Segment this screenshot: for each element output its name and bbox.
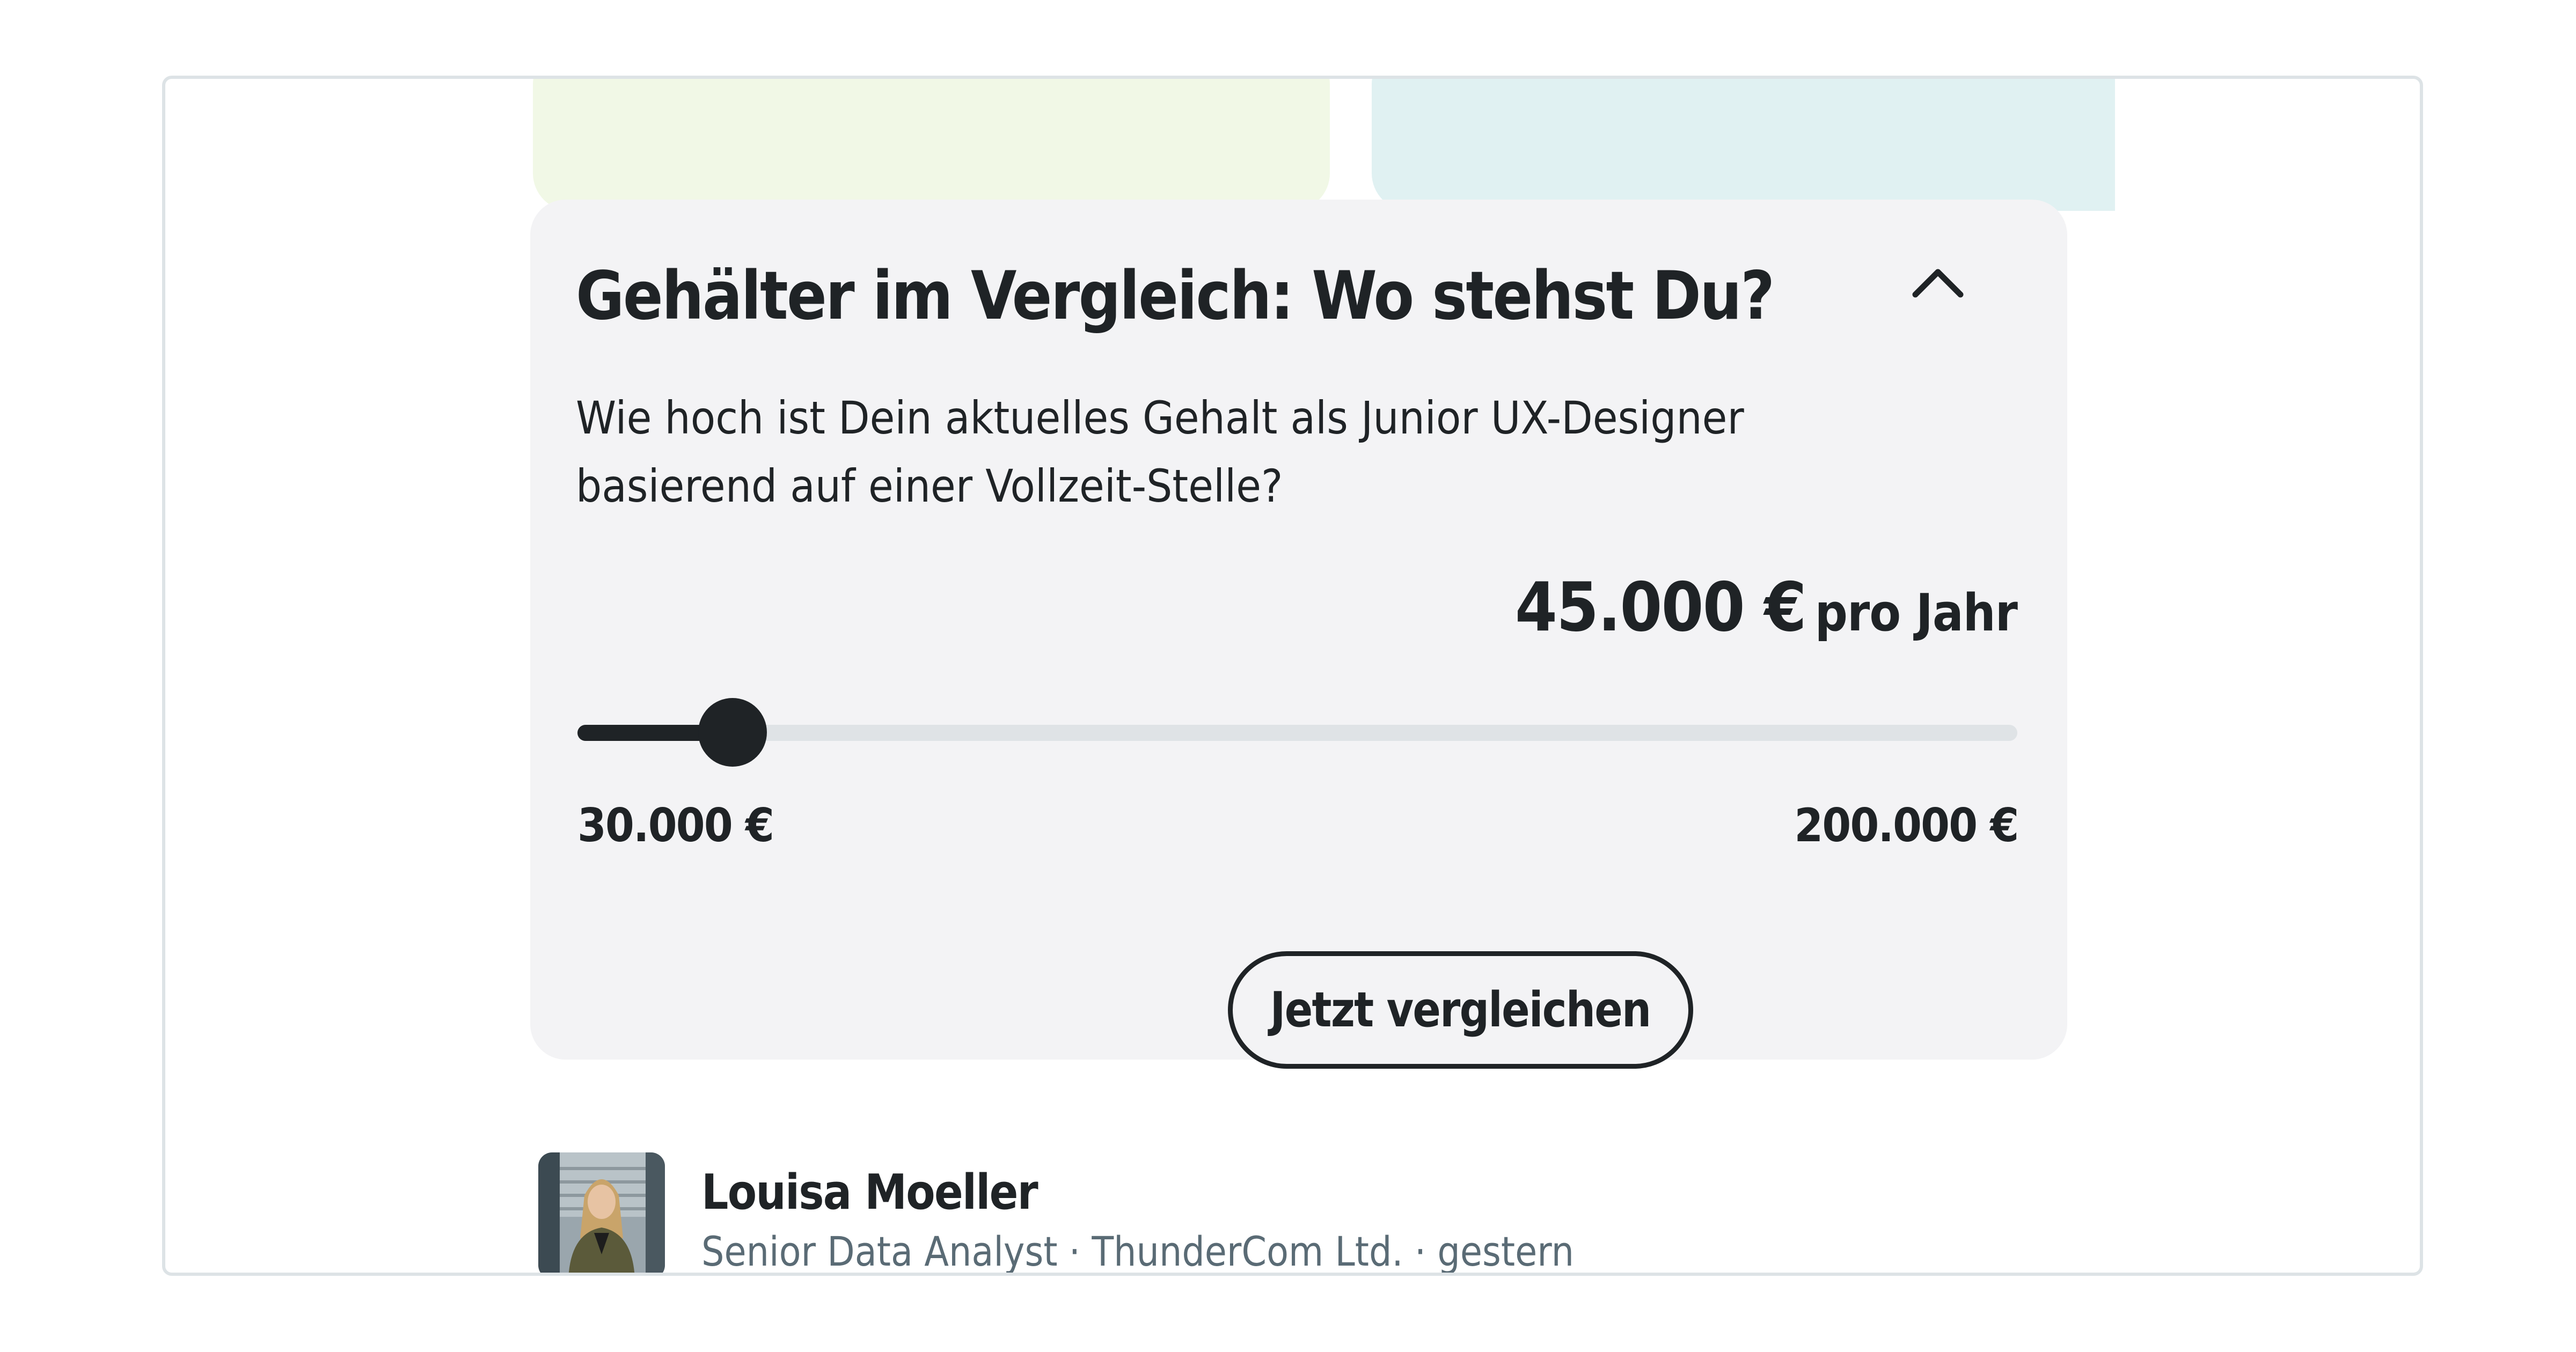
- content-frame: Gehälter im Vergleich: Wo stehst Du? Wie…: [162, 76, 2423, 1276]
- salary-slider-max-label: 200.000 €: [1794, 799, 2019, 853]
- salary-card-title: Gehälter im Vergleich: Wo stehst Du?: [576, 258, 1775, 335]
- author-name[interactable]: Louisa Moeller: [701, 1164, 1038, 1221]
- salary-slider[interactable]: [577, 698, 2017, 768]
- compare-now-button-label: Jetzt vergleichen: [1270, 982, 1651, 1038]
- salary-slider-track[interactable]: [577, 725, 2017, 741]
- salary-comparison-card: Gehälter im Vergleich: Wo stehst Du? Wie…: [530, 200, 2067, 1069]
- collapse-toggle-button[interactable]: [1900, 245, 1975, 320]
- compare-now-button[interactable]: Jetzt vergleichen: [1228, 951, 1693, 1069]
- salary-amount-unit: pro Jahr: [1814, 584, 2018, 643]
- salary-amount-value: 45.000 €: [1515, 568, 1806, 646]
- top-card-green[interactable]: [533, 79, 1330, 211]
- salary-amount-display: 45.000 € pro Jahr: [1515, 568, 2018, 646]
- salary-slider-thumb[interactable]: [698, 698, 767, 767]
- top-card-teal[interactable]: [1372, 79, 2115, 211]
- author-avatar-image: [538, 1152, 665, 1273]
- salary-slider-min-label: 30.000 €: [577, 799, 774, 853]
- author-avatar[interactable]: [538, 1152, 665, 1273]
- chevron-up-icon: [1912, 269, 1964, 298]
- salary-question: Wie hoch ist Dein aktuelles Gehalt als J…: [576, 392, 1744, 512]
- author-meta: Senior Data Analyst · ThunderCom Ltd. · …: [701, 1228, 1574, 1275]
